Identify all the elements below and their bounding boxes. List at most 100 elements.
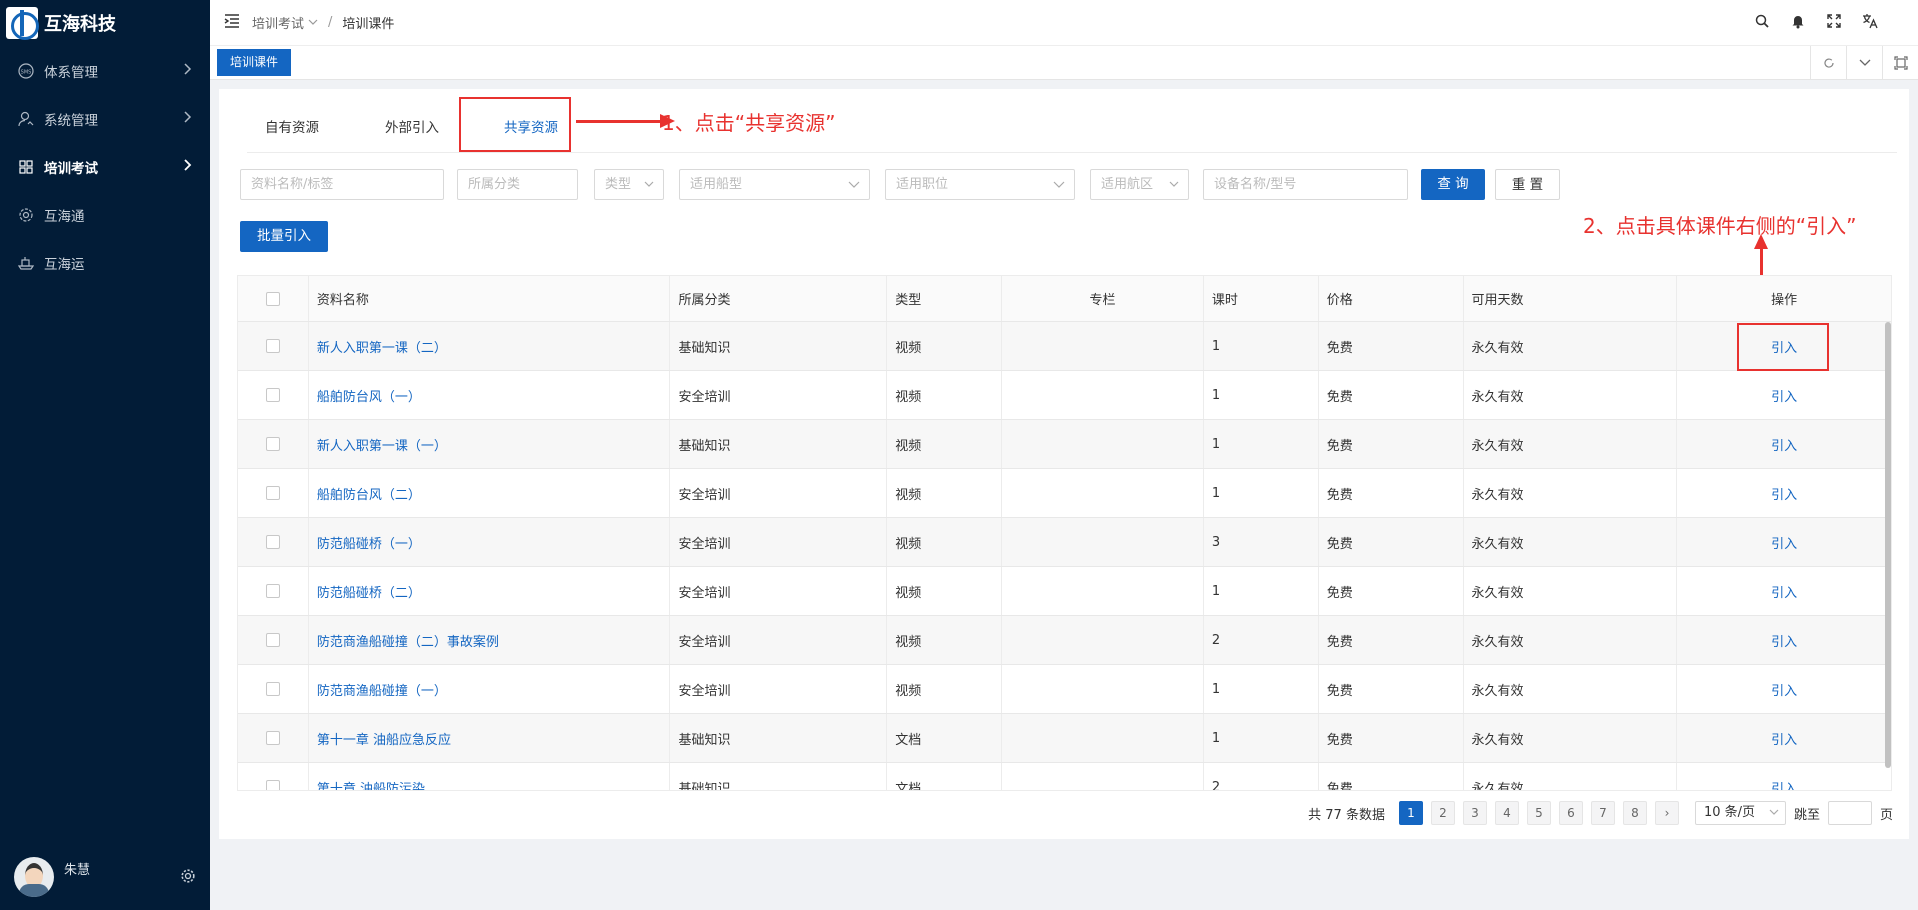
type-cell: 文档 bbox=[887, 714, 1003, 762]
header-column: 专栏 bbox=[1002, 276, 1204, 321]
avatar[interactable] bbox=[14, 857, 54, 897]
category-cell: 基础知识 bbox=[670, 322, 888, 370]
page-button[interactable]: 7 bbox=[1590, 801, 1615, 825]
table-row: 防范船碰桥（二） 安全培训 视频 1 免费 永久有效 引入 bbox=[238, 567, 1891, 616]
fullscreen-icon[interactable] bbox=[1826, 13, 1842, 29]
annotation-arrow-right bbox=[576, 114, 675, 128]
sidebar-item-system-management-sms[interactable]: SMS 体系管理 bbox=[0, 47, 210, 95]
page-button[interactable]: 8 bbox=[1622, 801, 1647, 825]
jump-page-input[interactable] bbox=[1827, 801, 1872, 825]
chevron-down-icon[interactable] bbox=[1846, 46, 1882, 80]
header-type: 类型 bbox=[887, 276, 1003, 321]
import-link[interactable]: 引入 bbox=[1771, 680, 1797, 699]
row-select bbox=[238, 469, 309, 517]
tabbar-tools bbox=[1810, 46, 1918, 80]
resource-name-link[interactable]: 船舶防台风（二） bbox=[317, 484, 421, 503]
row-checkbox[interactable] bbox=[265, 780, 280, 790]
row-checkbox[interactable] bbox=[265, 633, 280, 647]
page-button[interactable]: 1 bbox=[1398, 801, 1423, 825]
row-checkbox[interactable] bbox=[265, 486, 280, 500]
breadcrumb: 培训考试 / 培训课件 bbox=[252, 13, 394, 32]
resource-name-link[interactable]: 防范船碰桥（一） bbox=[317, 533, 421, 552]
import-link[interactable]: 引入 bbox=[1771, 582, 1797, 601]
price-cell: 免费 bbox=[1319, 567, 1464, 615]
page-button[interactable]: 6 bbox=[1558, 801, 1583, 825]
resource-name-link[interactable]: 船舶防台风（一） bbox=[317, 386, 421, 405]
row-checkbox[interactable] bbox=[265, 535, 280, 549]
route-select[interactable]: 适用航区 bbox=[1090, 169, 1189, 200]
sidebar-item-training-exam[interactable]: 培训考试 bbox=[0, 143, 210, 191]
row-checkbox[interactable] bbox=[265, 388, 280, 402]
refresh-icon[interactable] bbox=[1810, 46, 1846, 80]
column-cell bbox=[1002, 616, 1204, 664]
row-select bbox=[238, 420, 309, 468]
page-button[interactable]: 5 bbox=[1526, 801, 1551, 825]
select-all-checkbox[interactable] bbox=[265, 291, 280, 306]
translate-icon[interactable] bbox=[1862, 13, 1878, 29]
table-scrollbar[interactable] bbox=[1885, 322, 1891, 768]
next-page-button[interactable]: › bbox=[1654, 801, 1679, 825]
resource-name-link[interactable]: 第十一章 油船应急反应 bbox=[317, 729, 451, 748]
category-input[interactable]: 所属分类 bbox=[457, 169, 578, 200]
import-link[interactable]: 引入 bbox=[1771, 631, 1797, 650]
page-button[interactable]: 2 bbox=[1430, 801, 1455, 825]
sidebar-item-huhaitong[interactable]: 互海通 bbox=[0, 191, 210, 239]
table-body: 新人入职第一课（二） 基础知识 视频 1 免费 永久有效 引入 船舶防台风（一） 安全培训 视频… bbox=[238, 322, 1891, 791]
type-cell: 视频 bbox=[887, 322, 1003, 370]
row-select bbox=[238, 616, 309, 664]
row-checkbox[interactable] bbox=[265, 584, 280, 598]
batch-import-button[interactable]: 批量引入 bbox=[240, 221, 328, 252]
settings-gear-icon[interactable] bbox=[180, 868, 196, 888]
resource-name-link[interactable]: 新人入职第一课（二） bbox=[317, 337, 447, 356]
sidebar-menu: SMS 体系管理 系统管理 培训考试 互海通 互海运 bbox=[0, 47, 210, 287]
type-cell: 视频 bbox=[887, 616, 1003, 664]
column-cell bbox=[1002, 322, 1204, 370]
resource-name-link[interactable]: 新人入职第一课（一） bbox=[317, 435, 447, 454]
column-cell bbox=[1002, 567, 1204, 615]
query-button[interactable]: 查 询 bbox=[1421, 169, 1485, 200]
sidebar-item-huhaiyun[interactable]: 互海运 bbox=[0, 239, 210, 287]
row-checkbox[interactable] bbox=[265, 731, 280, 745]
search-icon[interactable] bbox=[1754, 13, 1770, 29]
user-panel: 朱慧 bbox=[14, 854, 196, 900]
resource-name-link[interactable]: 防范商渔船碰撞（二）事故案例 bbox=[317, 631, 499, 650]
position-select[interactable]: 适用职位 bbox=[885, 169, 1075, 200]
import-link[interactable]: 引入 bbox=[1771, 484, 1797, 503]
price-cell: 免费 bbox=[1319, 714, 1464, 762]
import-link[interactable]: 引入 bbox=[1771, 435, 1797, 454]
bell-icon[interactable] bbox=[1790, 13, 1806, 29]
tab-external-import[interactable]: 外部引入 bbox=[385, 103, 439, 153]
resource-name-link[interactable]: 防范船碰桥（二） bbox=[317, 582, 421, 601]
page-size-value: 10 条/页 bbox=[1703, 805, 1756, 820]
reset-button[interactable]: 重 置 bbox=[1495, 169, 1560, 200]
ship-type-select[interactable]: 适用船型 bbox=[679, 169, 870, 200]
menu-fold-icon[interactable] bbox=[224, 13, 240, 32]
sidebar-item-system-settings[interactable]: 系统管理 bbox=[0, 95, 210, 143]
column-cell bbox=[1002, 763, 1204, 790]
name-tag-input[interactable]: 资料名称/标签 bbox=[240, 169, 444, 200]
row-checkbox[interactable] bbox=[265, 339, 280, 353]
equipment-input[interactable]: 设备名称/型号 bbox=[1203, 169, 1408, 200]
type-select[interactable]: 类型 bbox=[594, 169, 664, 200]
page-tag-active[interactable]: 培训课件 bbox=[217, 49, 292, 76]
maximize-icon[interactable] bbox=[1882, 46, 1918, 80]
import-link[interactable]: 引入 bbox=[1771, 778, 1797, 791]
breadcrumb-item[interactable]: 培训考试 bbox=[252, 13, 304, 32]
header-action: 操作 bbox=[1771, 293, 1798, 308]
breadcrumb-separator: / bbox=[328, 15, 333, 30]
page-button[interactable]: 4 bbox=[1494, 801, 1519, 825]
days-cell: 永久有效 bbox=[1464, 420, 1678, 468]
header-name: 资料名称 bbox=[309, 276, 671, 321]
import-link[interactable]: 引入 bbox=[1771, 729, 1797, 748]
page-size-select[interactable]: 10 条/页 bbox=[1694, 801, 1786, 825]
resource-name-link[interactable]: 第十章 油船防污染 bbox=[317, 778, 425, 791]
resource-name-link[interactable]: 防范商渔船碰撞（一） bbox=[317, 680, 447, 699]
header-select-all bbox=[238, 276, 309, 321]
row-checkbox[interactable] bbox=[265, 437, 280, 451]
chevron-right-icon bbox=[182, 63, 192, 79]
tab-own-resources[interactable]: 自有资源 bbox=[265, 103, 319, 153]
page-button[interactable]: 3 bbox=[1462, 801, 1487, 825]
import-link[interactable]: 引入 bbox=[1771, 533, 1797, 552]
import-link[interactable]: 引入 bbox=[1771, 386, 1797, 405]
row-checkbox[interactable] bbox=[265, 682, 280, 696]
